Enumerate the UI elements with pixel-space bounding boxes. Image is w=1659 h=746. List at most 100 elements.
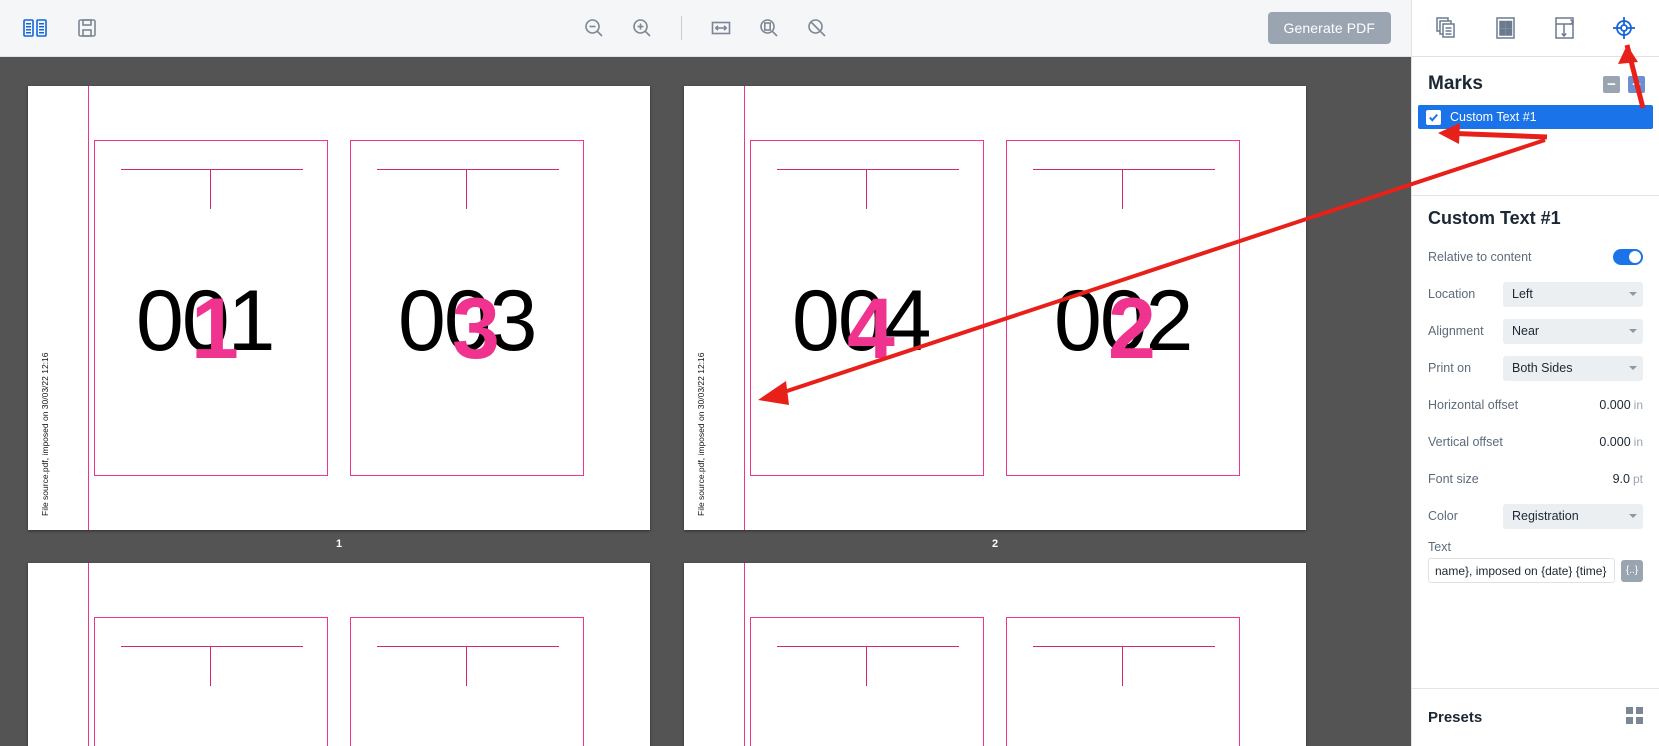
panel-tabs: [1412, 0, 1659, 57]
sheet-row-2: [0, 563, 1411, 746]
crop-line: [377, 169, 559, 171]
mark-guide-line: [88, 563, 90, 746]
mark-label: Custom Text #1: [1450, 110, 1537, 124]
crop-line: [777, 646, 959, 648]
vertical-offset-row: Vertical offset 0.000 in: [1428, 426, 1643, 458]
insert-variable-button[interactable]: {..}: [1621, 559, 1643, 582]
sheet-4[interactable]: [684, 563, 1306, 746]
remove-mark-button[interactable]: −: [1603, 75, 1620, 93]
crop-line: [121, 169, 303, 171]
sheet-canvas[interactable]: [684, 563, 1306, 746]
save-icon[interactable]: [70, 11, 104, 45]
vertical-offset-number: 0.000: [1599, 435, 1631, 449]
sheet-label: 2: [991, 538, 999, 550]
crop-line: [1122, 646, 1124, 686]
alignment-label: Alignment: [1428, 324, 1484, 338]
tab-marks[interactable]: [1602, 8, 1646, 48]
mark-guide-line: [744, 563, 746, 746]
editor-area: Generate PDF File source.pdf, imposed on…: [0, 0, 1411, 746]
print-on-select[interactable]: Both Sides: [1503, 355, 1643, 381]
relative-to-content-toggle[interactable]: [1613, 249, 1643, 265]
location-label: Location: [1428, 287, 1476, 301]
font-size-value[interactable]: 9.0 pt: [1613, 472, 1643, 486]
crop-line: [466, 646, 468, 686]
toolbar-left-group: [0, 11, 104, 45]
vertical-offset-unit: in: [1633, 435, 1643, 449]
vertical-offset-label: Vertical offset: [1428, 435, 1503, 449]
horizontal-offset-number: 0.000: [1599, 398, 1631, 412]
color-label: Color: [1428, 509, 1458, 523]
alignment-value: Near: [1512, 324, 1540, 338]
generate-pdf-button[interactable]: Generate PDF: [1267, 12, 1391, 44]
app-root: Generate PDF File source.pdf, imposed on…: [0, 0, 1659, 746]
toolbar-divider: [681, 16, 682, 40]
zoom-out-icon[interactable]: [577, 11, 611, 45]
text-field-row: {..}: [1428, 558, 1643, 583]
marks-header-buttons: − +: [1603, 75, 1645, 93]
top-toolbar: Generate PDF: [0, 0, 1411, 57]
marks-header: Marks − +: [1412, 57, 1659, 105]
sheet-canvas[interactable]: File source.pdf, imposed on 30/03/22 12:…: [684, 86, 1306, 530]
font-size-label: Font size: [1428, 472, 1479, 486]
custom-text-input[interactable]: [1428, 558, 1615, 583]
crop-line: [1033, 646, 1215, 648]
page-number-overlay: 2: [1108, 281, 1156, 377]
horizontal-offset-value[interactable]: 0.000 in: [1599, 398, 1643, 412]
tab-layout[interactable]: [1484, 8, 1528, 48]
tab-binding[interactable]: [1543, 8, 1587, 48]
zoom-reset-icon[interactable]: [800, 11, 834, 45]
toolbar-right-group: Generate PDF: [1267, 12, 1411, 44]
crop-line: [777, 169, 959, 171]
chevron-down-icon: [1629, 366, 1637, 370]
chevron-down-icon: [1629, 329, 1637, 333]
location-row: Location Left: [1428, 278, 1643, 310]
properties-title: Custom Text #1: [1428, 208, 1561, 228]
mark-properties: Custom Text #1 Relative to content Locat…: [1412, 195, 1659, 688]
print-on-label: Print on: [1428, 361, 1472, 375]
fit-width-icon[interactable]: [704, 11, 738, 45]
marks-list: Custom Text #1: [1412, 105, 1659, 195]
mark-checkbox[interactable]: [1426, 109, 1441, 125]
crop-line: [1033, 169, 1215, 171]
mark-guide-line: [88, 86, 90, 530]
location-value: Left: [1512, 287, 1533, 301]
page-number-overlay: 4: [847, 281, 895, 377]
chevron-down-icon: [1629, 514, 1637, 518]
tab-pages[interactable]: [1425, 8, 1469, 48]
font-size-unit: pt: [1632, 472, 1643, 486]
horizontal-offset-row: Horizontal offset 0.000 in: [1428, 389, 1643, 421]
sheet-canvas[interactable]: File source.pdf, imposed on 30/03/22 12:…: [28, 86, 650, 530]
crop-line: [210, 646, 212, 686]
chevron-down-icon: [1629, 292, 1637, 296]
color-select[interactable]: Registration: [1503, 503, 1643, 529]
crop-line: [866, 169, 868, 209]
crop-line: [1122, 169, 1124, 209]
custom-text-mark: File source.pdf, imposed on 30/03/22 12:…: [696, 352, 706, 517]
sheet-label: 1: [335, 538, 343, 550]
imposition-preview[interactable]: File source.pdf, imposed on 30/03/22 12:…: [0, 57, 1411, 746]
sheet-1[interactable]: File source.pdf, imposed on 30/03/22 12:…: [28, 86, 650, 550]
page-number-overlay: 1: [191, 281, 239, 377]
grid-icon[interactable]: [1626, 706, 1643, 729]
imposition-view-icon[interactable]: [18, 11, 52, 45]
fit-page-icon[interactable]: [752, 11, 786, 45]
page-number-overlay: 3: [452, 281, 500, 377]
sheet-2[interactable]: File source.pdf, imposed on 30/03/22 12:…: [684, 86, 1306, 550]
vertical-offset-value[interactable]: 0.000 in: [1599, 435, 1643, 449]
crop-line: [466, 169, 468, 209]
sheet-row-1: File source.pdf, imposed on 30/03/22 12:…: [0, 86, 1411, 550]
crop-line: [121, 646, 303, 648]
location-select[interactable]: Left: [1503, 281, 1643, 307]
print-on-row: Print on Both Sides: [1428, 352, 1643, 384]
list-item[interactable]: Custom Text #1: [1418, 105, 1653, 129]
toolbar-zoom-group: [0, 0, 1411, 56]
add-mark-button[interactable]: +: [1628, 75, 1645, 93]
presets-section: Presets: [1412, 688, 1659, 746]
right-panel: Marks − + Custom Text #1 Custom Text #1 …: [1411, 0, 1659, 746]
sheet-canvas[interactable]: [28, 563, 650, 746]
custom-text-mark: File source.pdf, imposed on 30/03/22 12:…: [40, 352, 50, 517]
zoom-in-icon[interactable]: [625, 11, 659, 45]
alignment-select[interactable]: Near: [1503, 318, 1643, 344]
presets-title: Presets: [1428, 709, 1483, 726]
sheet-3[interactable]: [28, 563, 650, 746]
